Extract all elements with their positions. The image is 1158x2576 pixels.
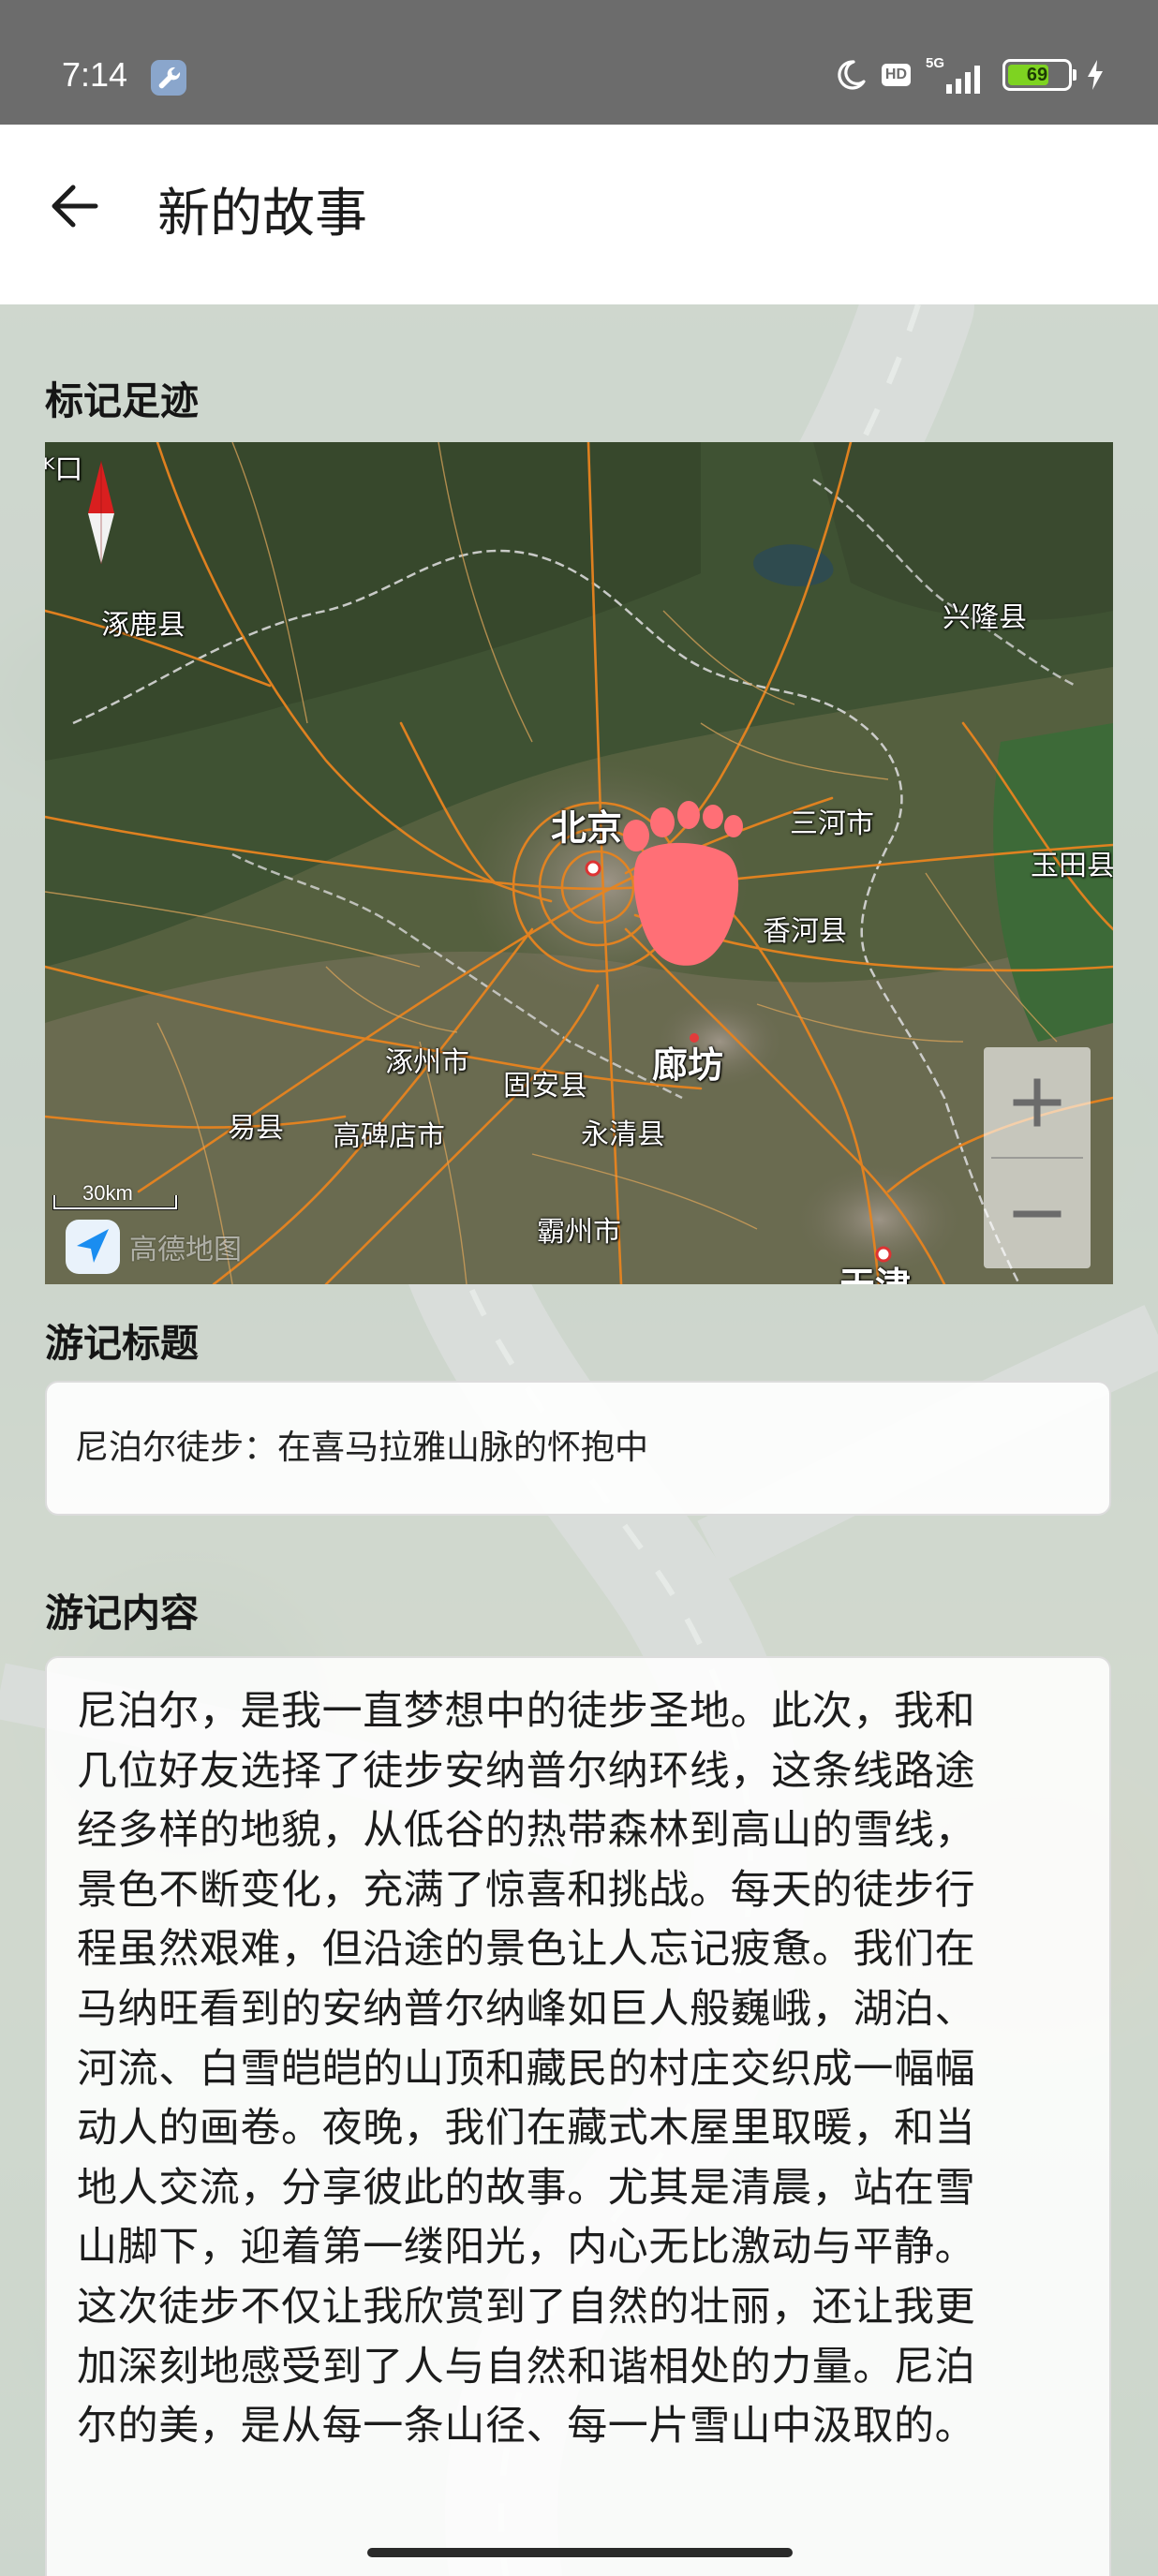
- footprint-icon[interactable]: [619, 800, 760, 967]
- app-bar: 新的故事: [0, 125, 1158, 304]
- map-label-sanhe: 三河市: [790, 807, 874, 840]
- map-provider-logo: 高德地图: [66, 1220, 242, 1274]
- map-label-gaobeidian: 高碑店市: [333, 1120, 445, 1153]
- status-icons: HD 5G 69: [833, 54, 1106, 96]
- map-label-beijing: 北京: [551, 807, 623, 849]
- map-section-label: 标记足迹: [45, 378, 199, 423]
- moon-icon: [838, 60, 866, 90]
- story-content-line: 山脚下，迎着第一缕阳光，内心无比激动与平静。: [77, 2224, 976, 2272]
- story-title-value: 尼泊尔徒步：在喜马拉雅山脉的怀抱中: [75, 1429, 649, 1467]
- map-label-langfang: 廊坊: [652, 1044, 724, 1086]
- compass-icon: [88, 461, 114, 564]
- signal-icon: 5G: [924, 56, 989, 94]
- map-label-zhuolu: 涿鹿县: [101, 609, 186, 642]
- bolt-icon: [1088, 60, 1103, 90]
- hd-badge: HD: [881, 64, 911, 86]
- minus-icon: [1013, 1210, 1062, 1217]
- map-label-gu-an: 固安县: [503, 1070, 587, 1103]
- story-title-input[interactable]: 尼泊尔徒步：在喜马拉雅山脉的怀抱中: [45, 1381, 1111, 1516]
- zoom-out-button[interactable]: [984, 1159, 1091, 1268]
- story-content-value: 尼泊尔，是我一直梦想中的徒步圣地。此次，我和 几位好友选择了徒步安纳普尔纳环线，这…: [77, 1682, 1081, 2457]
- map-label-xianghe: 香河县: [763, 915, 847, 948]
- page-title: 新的故事: [157, 184, 367, 244]
- map-label-bazhou: 霸州市: [537, 1216, 621, 1249]
- map-label-xinglong: 兴隆县: [943, 601, 1027, 634]
- battery-nub: [1073, 69, 1076, 81]
- map-label-yixian: 易县: [228, 1112, 284, 1145]
- story-content-textarea[interactable]: 尼泊尔，是我一直梦想中的徒步圣地。此次，我和 几位好友选择了徒步安纳普尔纳环线，这…: [45, 1656, 1111, 2576]
- story-content-line: 尔的美，是从每一条山径、每一片雪山中汲取的。: [77, 2403, 976, 2450]
- zoom-control: [984, 1047, 1091, 1268]
- story-content-line: 尼泊尔，是我一直梦想中的徒步圣地。此次，我和: [77, 1688, 976, 1735]
- battery-icon: 69: [1002, 59, 1076, 91]
- map-label-clipped: ᴷ口: [45, 453, 83, 486]
- arrow-left-icon: [52, 185, 98, 228]
- story-content-line: 经多样的地貌，从低谷的热带森林到高山的雪线，: [77, 1807, 976, 1855]
- map-label-tianjin: 天津: [839, 1265, 911, 1284]
- zoom-in-button[interactable]: [984, 1047, 1091, 1157]
- story-content-line: 马纳旺看到的安纳普尔纳峰如巨人般巍峨，湖泊、: [77, 1985, 976, 2033]
- content-section-label: 游记内容: [45, 1591, 199, 1636]
- story-content-line: 几位好友选择了徒步安纳普尔纳环线，这条线路途: [77, 1747, 976, 1795]
- story-content-line: 程虽然艰难，但沿途的景色让人忘记疲惫。我们在: [77, 1926, 976, 1974]
- back-button[interactable]: [37, 170, 111, 243]
- network-type: 5G: [926, 55, 945, 71]
- status-bar: 7:14 HD 5G 69: [0, 0, 1158, 125]
- story-content-line: 动人的画卷。夜晚，我们在藏式木屋里取暖，和当: [77, 2105, 976, 2153]
- map-terrain: [45, 442, 1113, 1284]
- story-content-line: 景色不断变化，充满了惊喜和挑战。每天的徒步行: [77, 1866, 976, 1914]
- home-indicator[interactable]: [367, 2548, 793, 2557]
- map-provider-name: 高德地图: [129, 1234, 242, 1266]
- map-label-yongqing: 永清县: [581, 1118, 665, 1151]
- footprint-map[interactable]: ᴷ口 涿鹿县 兴隆县 北京 三河市 玉田县 香河县 涿州市 固安县 廊坊 易县 …: [45, 442, 1113, 1284]
- story-content-line: 河流、白雪皑皑的山顶和藏民的村庄交织成一幅幅: [77, 2045, 976, 2093]
- status-time: 7:14: [62, 55, 128, 94]
- map-scale-bar: [52, 1195, 178, 1210]
- plus-icon: [1013, 1078, 1062, 1126]
- new-story-screen: 7:14 HD 5G 69 新的故事 标记足迹 ᴷ口 涿鹿县 兴隆县 北京 三河…: [0, 0, 1158, 2576]
- amap-logo-icon: [66, 1220, 120, 1274]
- map-label-yutian: 玉田县: [1031, 850, 1113, 882]
- story-content-line: 地人交流，分享彼此的故事。尤其是清晨，站在雪: [77, 2164, 976, 2212]
- title-section-label: 游记标题: [45, 1321, 199, 1366]
- map-label-zhuozhou: 涿州市: [385, 1046, 469, 1079]
- story-content-line: 这次徒步不仅让我欣赏到了自然的壮丽，还让我更: [77, 2283, 976, 2331]
- story-content-line: 加深刻地感受到了人与自然和谐相处的力量。尼泊: [77, 2343, 976, 2391]
- wrench-icon: [151, 60, 186, 96]
- battery-level: 69: [1026, 65, 1048, 85]
